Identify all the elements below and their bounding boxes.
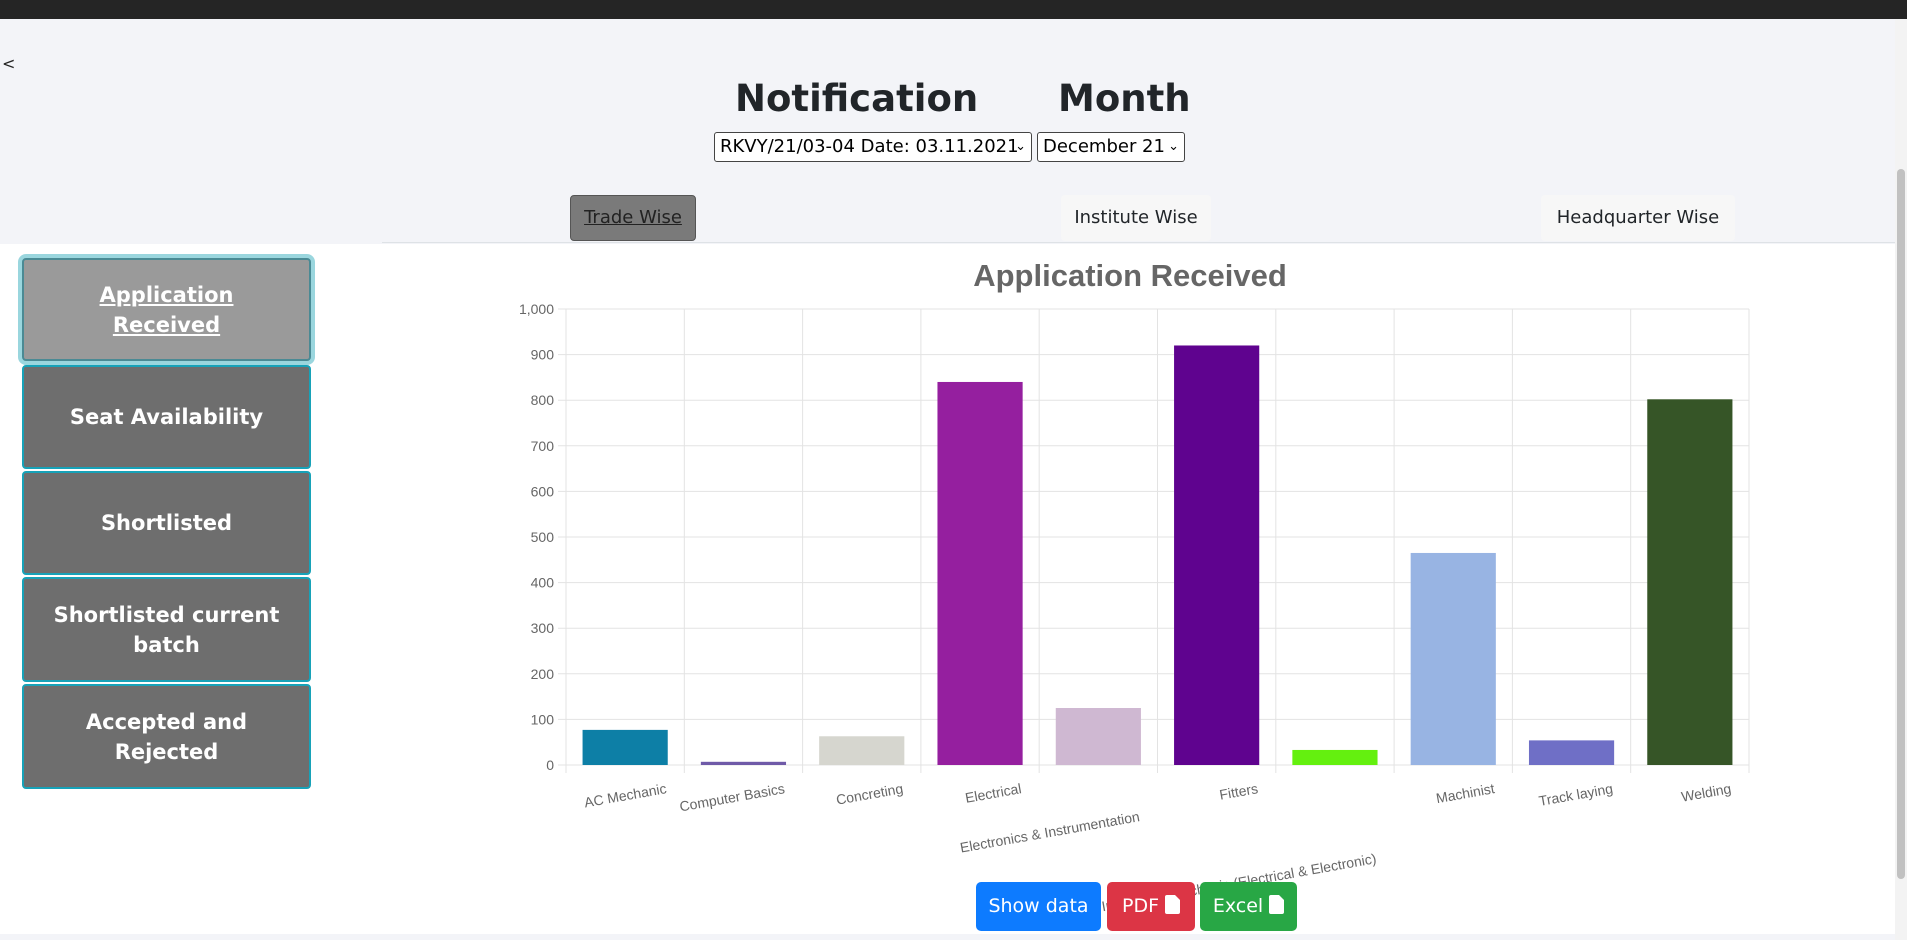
y-tick-label: 400 bbox=[531, 575, 555, 591]
y-tick-label: 800 bbox=[531, 392, 555, 408]
x-tick-label: AC Mechanic bbox=[583, 780, 668, 810]
y-tick-label: 1,000 bbox=[519, 301, 554, 317]
scrollbar[interactable] bbox=[1895, 19, 1907, 940]
y-tick-label: 600 bbox=[531, 483, 555, 499]
y-tick-label: 700 bbox=[531, 438, 555, 454]
x-tick-label: Computer Basics bbox=[678, 780, 786, 814]
pdf-label: PDF bbox=[1121, 895, 1160, 917]
bar bbox=[1174, 345, 1260, 765]
pdf-file-icon bbox=[1165, 895, 1181, 914]
bar-chart: 0 100 200 300 400 500 600 700 800 900 1,000 AC Mech… bbox=[519, 301, 1750, 914]
x-tick-label: Machinist bbox=[1435, 780, 1496, 806]
file-icon bbox=[1269, 895, 1285, 914]
x-tick-label: Concreting bbox=[835, 780, 904, 808]
bar bbox=[582, 729, 668, 765]
y-tick-label: 200 bbox=[531, 666, 555, 682]
x-tick-label: Welding bbox=[1680, 780, 1732, 804]
scrollbar-thumb[interactable] bbox=[1897, 169, 1905, 879]
bar bbox=[819, 736, 905, 765]
bar bbox=[700, 761, 787, 765]
excel-label: Excel bbox=[1212, 895, 1264, 917]
y-tick-label: 0 bbox=[546, 757, 554, 773]
bar bbox=[937, 381, 1023, 765]
show-data-label: Show data bbox=[988, 895, 1089, 917]
bar bbox=[1410, 552, 1496, 765]
x-tick-label: Fitters bbox=[1218, 780, 1259, 803]
bar bbox=[1055, 708, 1141, 765]
bar bbox=[1528, 740, 1615, 765]
x-tick-label: Track laying bbox=[1537, 780, 1614, 809]
y-tick-label: 100 bbox=[531, 711, 555, 727]
show-data-button[interactable]: Show data bbox=[976, 882, 1101, 931]
bar bbox=[1292, 749, 1378, 765]
y-tick-label: 900 bbox=[531, 347, 555, 363]
y-tick-label: 300 bbox=[531, 620, 555, 636]
excel-button[interactable]: Excel bbox=[1200, 882, 1297, 931]
x-tick-label: Electrical bbox=[964, 780, 1023, 806]
bar bbox=[1647, 399, 1733, 765]
pdf-button[interactable]: PDF bbox=[1107, 882, 1195, 931]
y-tick-label: 500 bbox=[531, 529, 555, 545]
x-tick-label: Electronics & Instrumentation bbox=[959, 808, 1141, 855]
